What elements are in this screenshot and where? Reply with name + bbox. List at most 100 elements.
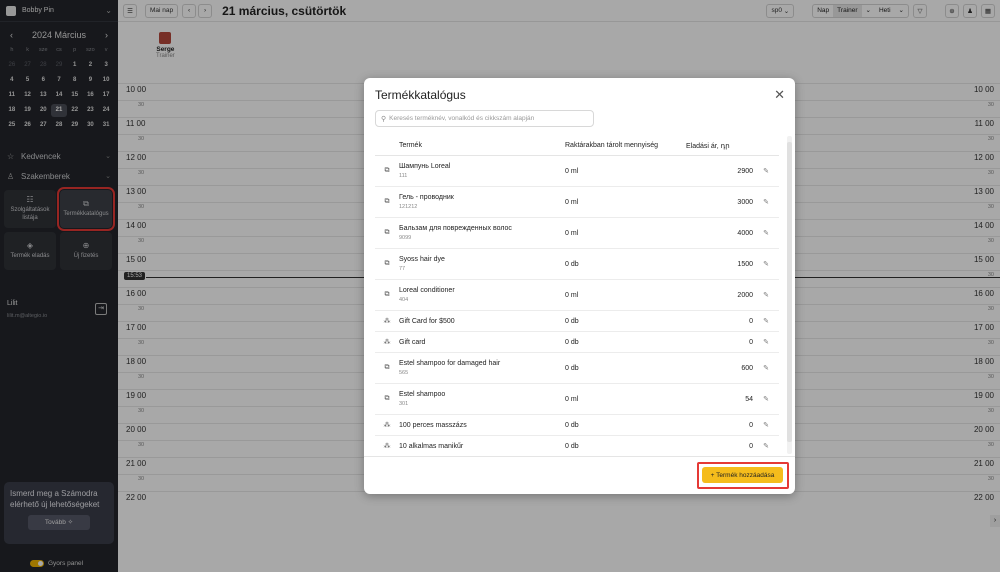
product-set-icon: ⁂ (383, 422, 391, 429)
table-row[interactable]: ⧉ Estel shampoo for damaged hair 565 0 db 60… (375, 353, 779, 384)
product-name: Гель - проводник (399, 194, 454, 201)
product-cell: Гель - проводник 121212 (399, 194, 565, 210)
stock-cell: 0 ml (565, 291, 579, 299)
product-name: 10 alkalmas manikűr (399, 442, 464, 450)
product-icon: ⧉ (384, 167, 390, 174)
product-set-icon: ⁂ (383, 443, 391, 450)
product-sku: 121212 (399, 204, 418, 210)
col-stock[interactable]: Raktárakban tárolt mennyiség (565, 142, 686, 149)
stock-cell: 0 db (565, 442, 579, 450)
product-cell: Шампунь Loreal 111 (399, 163, 565, 179)
table-scrollbar[interactable] (787, 136, 792, 454)
price-cell: 3000 (737, 198, 753, 206)
table-row[interactable]: ⁂ Gift card 0 db 0 ✎ (375, 332, 779, 353)
product-name: Syoss hair dye (399, 256, 445, 263)
product-cell: Gift Card for $500 (399, 318, 565, 325)
product-name: Шампунь Loreal (399, 163, 451, 170)
product-cell: Estel shampoo 301 (399, 391, 565, 407)
product-name: 100 perces masszázs (399, 421, 467, 429)
product-name: Estel shampoo for damaged hair (399, 360, 501, 367)
modal-title: Termékkatalógus (375, 88, 466, 102)
product-search: ⚲ (375, 110, 594, 127)
price-cell: 0 (749, 317, 753, 325)
price-cell: 0 (749, 338, 753, 346)
product-cell: Syoss hair dye 77 (399, 256, 565, 272)
edit-icon[interactable]: ✎ (753, 167, 779, 175)
product-sku: 111 (399, 173, 408, 179)
stock-cell: 0 db (565, 260, 579, 268)
product-icon: ⧉ (384, 229, 390, 236)
edit-icon[interactable]: ✎ (753, 442, 779, 450)
table-row[interactable]: ⧉ Шампунь Loreal 111 0 ml 2900 ✎ (375, 156, 779, 187)
price-cell: 600 (741, 364, 753, 372)
table-row[interactable]: ⁂ 10 alkalmas manikűr 0 db 0 ✎ (375, 436, 779, 457)
table-row[interactable]: ⧉ Гель - проводник 121212 0 ml 3000 ✎ (375, 187, 779, 218)
table-row[interactable]: ⧉ Syoss hair dye 77 0 db 1500 ✎ (375, 249, 779, 280)
edit-icon[interactable]: ✎ (753, 338, 779, 346)
product-search-input[interactable] (389, 115, 580, 122)
product-icon: ⧉ (384, 364, 390, 371)
product-set-icon: ⁂ (383, 339, 391, 346)
price-cell: 54 (745, 395, 753, 403)
stock-cell: 0 db (565, 364, 579, 372)
product-name: Gift card (399, 338, 426, 346)
table-row[interactable]: ⧉ Estel shampoo 301 0 ml 54 ✎ (375, 384, 779, 415)
col-price[interactable]: Eladási ár, դր (686, 142, 753, 150)
edit-icon[interactable]: ✎ (753, 291, 779, 299)
product-set-icon: ⁂ (383, 318, 391, 325)
stock-cell: 0 ml (565, 198, 579, 206)
add-product-button[interactable]: + Termék hozzáadása (702, 467, 783, 483)
product-cell: 100 perces masszázs (399, 422, 565, 429)
product-sku: 565 (399, 370, 409, 376)
table-row[interactable]: ⧉ Бальзам для поврежденных волос 9099 0 ml 4… (375, 218, 779, 249)
close-icon[interactable]: ✕ (774, 87, 785, 103)
product-sku: 404 (399, 297, 409, 303)
col-product[interactable]: Termék (399, 142, 565, 149)
price-cell: 2900 (737, 167, 753, 175)
stock-cell: 0 db (565, 338, 579, 346)
stock-cell: 0 ml (565, 167, 579, 175)
scrollbar-thumb[interactable] (787, 142, 792, 442)
price-cell: 2000 (737, 291, 753, 299)
product-name: Estel shampoo (399, 391, 446, 398)
price-cell: 4000 (737, 229, 753, 237)
table-body: ⧉ Шампунь Loreal 111 0 ml 2900 ✎ ⧉ Гель - прово… (375, 156, 779, 457)
product-icon: ⧉ (384, 291, 390, 298)
product-catalog-modal: Termékkatalógus ✕ ⚲ Termék Raktárakban t… (364, 78, 795, 494)
product-cell: Loreal conditioner 404 (399, 287, 565, 303)
product-name: Gift Card for $500 (399, 317, 455, 325)
product-sku: 77 (399, 266, 406, 272)
stock-cell: 0 db (565, 317, 579, 325)
product-cell: 10 alkalmas manikűr (399, 443, 565, 450)
price-cell: 0 (749, 421, 753, 429)
table-row[interactable]: ⁂ 100 perces masszázs 0 db 0 ✎ (375, 415, 779, 436)
product-sku: 301 (399, 401, 409, 407)
edit-icon[interactable]: ✎ (753, 364, 779, 372)
price-cell: 1500 (737, 260, 753, 268)
edit-icon[interactable]: ✎ (753, 317, 779, 325)
stock-cell: 0 db (565, 421, 579, 429)
edit-icon[interactable]: ✎ (753, 395, 779, 403)
product-icon: ⧉ (384, 260, 390, 267)
product-cell: Бальзам для поврежденных волос 9099 (399, 225, 565, 241)
edit-icon[interactable]: ✎ (753, 198, 779, 206)
modal-footer-divider (364, 456, 795, 457)
stock-cell: 0 ml (565, 395, 579, 403)
edit-icon[interactable]: ✎ (753, 229, 779, 237)
product-name: Loreal conditioner (399, 287, 455, 294)
table-row[interactable]: ⧉ Loreal conditioner 404 0 ml 2000 ✎ (375, 280, 779, 311)
product-table: Termék Raktárakban tárolt mennyiség Elad… (375, 136, 779, 457)
product-name: Бальзам для поврежденных волос (399, 225, 512, 232)
search-icon: ⚲ (381, 115, 387, 123)
table-header: Termék Raktárakban tárolt mennyiség Elad… (375, 136, 779, 156)
product-cell: Estel shampoo for damaged hair 565 (399, 360, 565, 376)
product-icon: ⧉ (384, 198, 390, 205)
price-cell: 0 (749, 442, 753, 450)
product-sku: 9099 (399, 235, 412, 241)
table-row[interactable]: ⁂ Gift Card for $500 0 db 0 ✎ (375, 311, 779, 332)
stock-cell: 0 ml (565, 229, 579, 237)
product-cell: Gift card (399, 339, 565, 346)
product-icon: ⧉ (384, 395, 390, 402)
edit-icon[interactable]: ✎ (753, 260, 779, 268)
edit-icon[interactable]: ✎ (753, 421, 779, 429)
